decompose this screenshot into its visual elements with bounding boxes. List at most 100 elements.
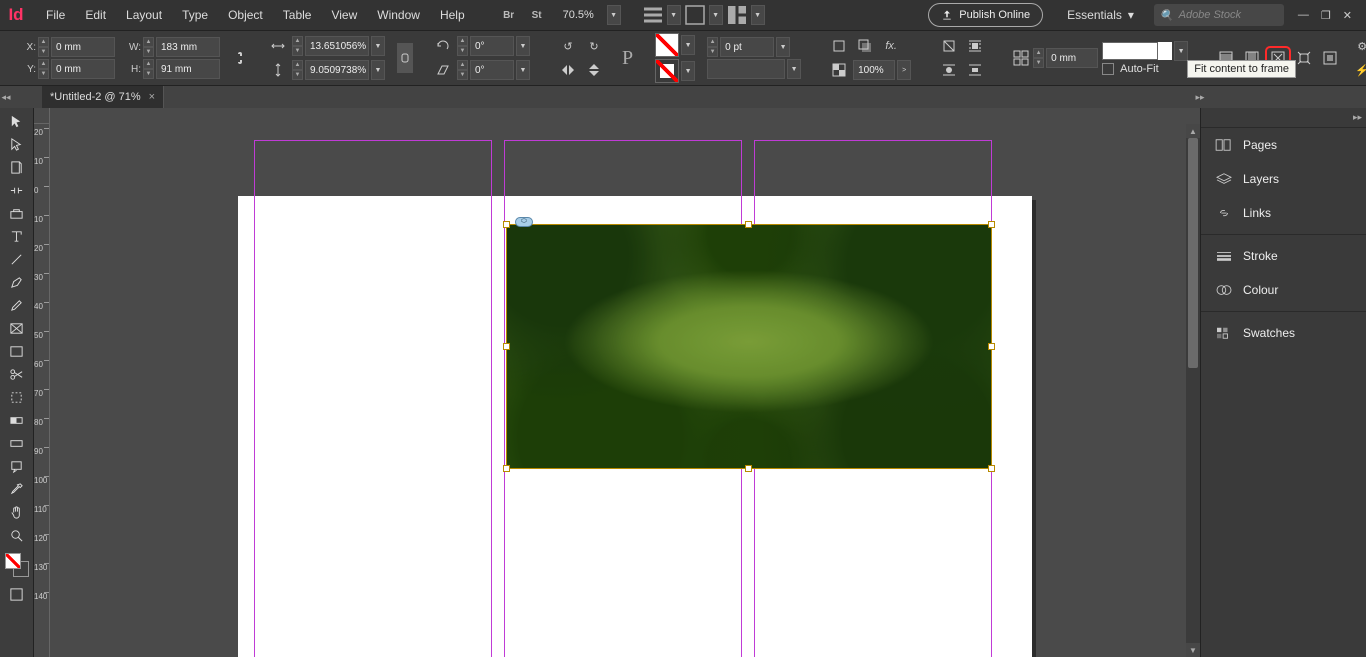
- panel-pages[interactable]: Pages: [1201, 128, 1366, 162]
- scroll-thumb[interactable]: [1188, 138, 1198, 368]
- w-spinner[interactable]: ▲▼: [143, 37, 154, 57]
- screen-mode-dd[interactable]: ▼: [709, 5, 723, 25]
- flip-v-icon[interactable]: [582, 59, 606, 81]
- scale-y-input[interactable]: 9.0509738%: [305, 60, 369, 80]
- x-input[interactable]: 0 mm: [51, 37, 115, 57]
- document-tab[interactable]: *Untitled-2 @ 71% ×: [42, 86, 164, 108]
- menu-type[interactable]: Type: [172, 0, 218, 30]
- panel-colour[interactable]: Colour: [1201, 273, 1366, 307]
- x-spinner[interactable]: ▲▼: [38, 37, 49, 57]
- fill-stroke-swap[interactable]: [3, 551, 31, 579]
- gradient-swatch-tool[interactable]: [3, 409, 31, 432]
- menu-view[interactable]: View: [321, 0, 367, 30]
- type-tool[interactable]: [3, 225, 31, 248]
- selection-tool[interactable]: [3, 110, 31, 133]
- autofit-checkbox[interactable]: [1102, 63, 1114, 75]
- bridge-button[interactable]: Br: [496, 4, 522, 26]
- gradient-feather-tool[interactable]: [3, 432, 31, 455]
- toolbox-collapse[interactable]: ◂◂: [0, 86, 12, 108]
- publish-online-button[interactable]: Publish Online: [928, 3, 1043, 27]
- rotate-input[interactable]: 0°: [470, 36, 514, 56]
- strokewt-spinner[interactable]: ▲▼: [707, 37, 718, 57]
- content-collector-tool[interactable]: [3, 202, 31, 225]
- constrain-wh-icon[interactable]: [232, 47, 248, 69]
- wrap-jump-icon[interactable]: [963, 59, 987, 81]
- stroke-dd[interactable]: ▼: [681, 61, 695, 81]
- shear-dd[interactable]: ▼: [516, 60, 530, 80]
- drop-shadow-icon[interactable]: [853, 35, 877, 57]
- resize-handle[interactable]: [503, 465, 510, 472]
- settings-gear-icon[interactable]: ⚙: [1350, 35, 1366, 57]
- arrange-docs-icon[interactable]: [724, 4, 750, 26]
- panel-layers[interactable]: Layers: [1201, 162, 1366, 196]
- resize-handle[interactable]: [988, 221, 995, 228]
- rotate-ccw-icon[interactable]: ↺: [556, 35, 580, 57]
- stock-button[interactable]: St: [524, 4, 550, 26]
- frame-fill-dd[interactable]: ▼: [1174, 41, 1188, 61]
- pencil-tool[interactable]: [3, 294, 31, 317]
- y-spinner[interactable]: ▲▼: [38, 59, 49, 79]
- page-tool[interactable]: [3, 156, 31, 179]
- menu-object[interactable]: Object: [218, 0, 273, 30]
- menu-layout[interactable]: Layout: [116, 0, 172, 30]
- stock-search[interactable]: 🔍 Adobe Stock: [1154, 4, 1284, 26]
- corner-size-input[interactable]: 0 mm: [1046, 48, 1098, 68]
- stroke-swatch[interactable]: [655, 59, 679, 83]
- stroke-style-input[interactable]: [707, 59, 785, 79]
- zoom-tool[interactable]: [3, 524, 31, 547]
- shear-input[interactable]: 0°: [470, 60, 514, 80]
- resize-handle[interactable]: [988, 343, 995, 350]
- selected-image-frame[interactable]: ⬭: [506, 224, 992, 469]
- arrange-docs-dd[interactable]: ▼: [751, 5, 765, 25]
- scale-x-input[interactable]: 13.651056%: [305, 36, 369, 56]
- scale-x-dd[interactable]: ▼: [371, 36, 385, 56]
- rectangle-tool[interactable]: [3, 340, 31, 363]
- window-restore[interactable]: ❐: [1321, 9, 1331, 22]
- fx-icon[interactable]: fx.: [879, 35, 903, 57]
- free-transform-tool[interactable]: [3, 386, 31, 409]
- view-options-icon[interactable]: [640, 4, 666, 26]
- document-viewport[interactable]: ⬭: [50, 124, 1186, 657]
- zoom-dropdown[interactable]: ▼: [607, 5, 621, 25]
- center-content-icon[interactable]: [1318, 47, 1342, 69]
- opacity-dd[interactable]: >: [897, 60, 911, 80]
- menu-table[interactable]: Table: [273, 0, 322, 30]
- scissors-tool[interactable]: [3, 363, 31, 386]
- wrap-shape-icon[interactable]: [937, 59, 961, 81]
- menu-file[interactable]: File: [36, 0, 75, 30]
- resize-handle[interactable]: [503, 343, 510, 350]
- wrap-none-icon[interactable]: [937, 35, 961, 57]
- rotate-spinner[interactable]: ▲▼: [457, 36, 468, 56]
- fx-none-icon[interactable]: [827, 35, 851, 57]
- view-options-dd[interactable]: ▼: [667, 5, 681, 25]
- rotate-cw-icon[interactable]: ↻: [582, 35, 606, 57]
- fill-dd[interactable]: ▼: [681, 35, 695, 55]
- frame-fill-swatch[interactable]: [1102, 42, 1172, 60]
- scale-y-dd[interactable]: ▼: [371, 60, 385, 80]
- stroke-weight-dd[interactable]: ▼: [776, 37, 790, 57]
- vertical-scrollbar[interactable]: ▲ ▼: [1186, 124, 1200, 657]
- line-tool[interactable]: [3, 248, 31, 271]
- menu-window[interactable]: Window: [367, 0, 430, 30]
- menu-edit[interactable]: Edit: [75, 0, 116, 30]
- scroll-down-icon[interactable]: ▼: [1186, 643, 1200, 657]
- window-close[interactable]: ✕: [1343, 9, 1352, 22]
- fill-swatch[interactable]: [655, 33, 679, 57]
- menu-help[interactable]: Help: [430, 0, 475, 30]
- pen-tool[interactable]: [3, 271, 31, 294]
- resize-handle[interactable]: [745, 465, 752, 472]
- stroke-style-dd[interactable]: ▼: [787, 59, 801, 79]
- workspace-switcher[interactable]: Essentials ▾: [1057, 8, 1144, 22]
- note-tool[interactable]: [3, 455, 31, 478]
- dock-collapse[interactable]: ▸▸: [1201, 108, 1366, 128]
- opacity-input[interactable]: 100%: [853, 60, 895, 80]
- stroke-weight-input[interactable]: 0 pt: [720, 37, 774, 57]
- constrain-scale-icon[interactable]: [397, 43, 413, 73]
- quick-apply-icon[interactable]: ⚡: [1350, 59, 1366, 81]
- rectangle-frame-tool[interactable]: [3, 317, 31, 340]
- panel-stroke[interactable]: Stroke: [1201, 239, 1366, 273]
- tab-close-icon[interactable]: ×: [149, 91, 155, 103]
- reference-point[interactable]: [6, 44, 12, 72]
- direct-selection-tool[interactable]: [3, 133, 31, 156]
- resize-handle[interactable]: [988, 465, 995, 472]
